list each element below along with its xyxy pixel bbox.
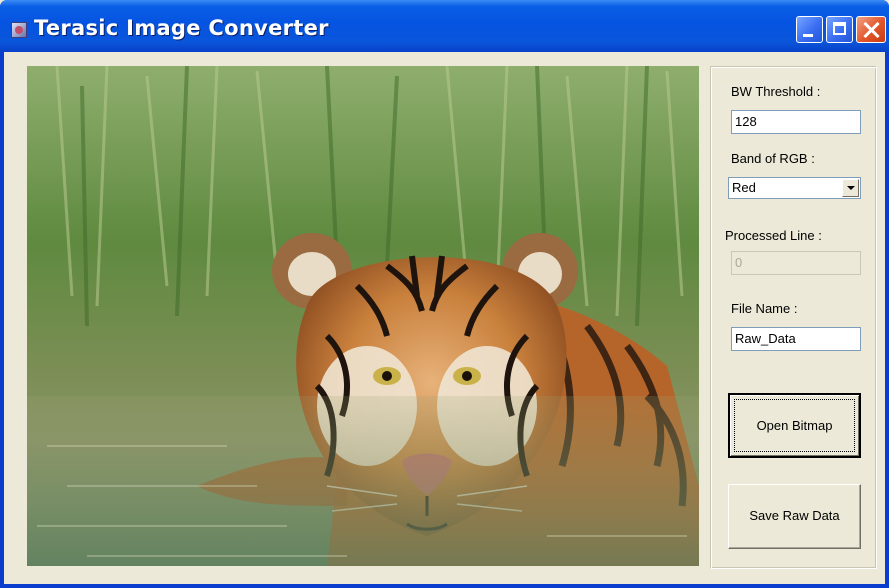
settings-panel: BW Threshold : 128 Band of RGB : Red Pro…	[710, 66, 877, 569]
main-window: Terasic Image Converter BW Threshold: 1…	[0, 0, 889, 588]
close-icon[interactable]	[856, 16, 886, 43]
save-raw-data-label: Save Raw Data	[749, 508, 840, 523]
processed-line-label: Processed Line :	[725, 228, 822, 243]
processed-line-field: 0	[731, 251, 861, 275]
tiger-image-icon	[27, 66, 699, 566]
file-name-input[interactable]: Raw_Data	[731, 327, 861, 351]
band-rgb-label: Band of RGB :	[731, 151, 815, 166]
bw-threshold-label: BW Threshold :	[731, 84, 821, 99]
file-name-label: File Name :	[731, 301, 798, 316]
minimize-icon[interactable]	[796, 16, 823, 43]
open-bitmap-button[interactable]: Open Bitmap	[728, 393, 861, 458]
chevron-down-icon[interactable]	[842, 179, 859, 197]
client-area: BW Threshold : 128 Band of RGB : Red Pro…	[4, 52, 885, 584]
band-rgb-select[interactable]: Red	[728, 177, 861, 199]
save-raw-data-button[interactable]: Save Raw Data	[728, 484, 861, 549]
title-bar[interactable]: Terasic Image Converter	[0, 0, 889, 52]
focus-rect	[734, 399, 855, 452]
window-title: Terasic Image Converter	[34, 16, 329, 40]
app-icon[interactable]	[11, 22, 27, 38]
band-rgb-value: Red	[732, 180, 756, 195]
maximize-icon[interactable]	[826, 16, 853, 43]
bitmap-preview	[27, 66, 699, 566]
bw-threshold-input[interactable]: 128	[731, 110, 861, 134]
